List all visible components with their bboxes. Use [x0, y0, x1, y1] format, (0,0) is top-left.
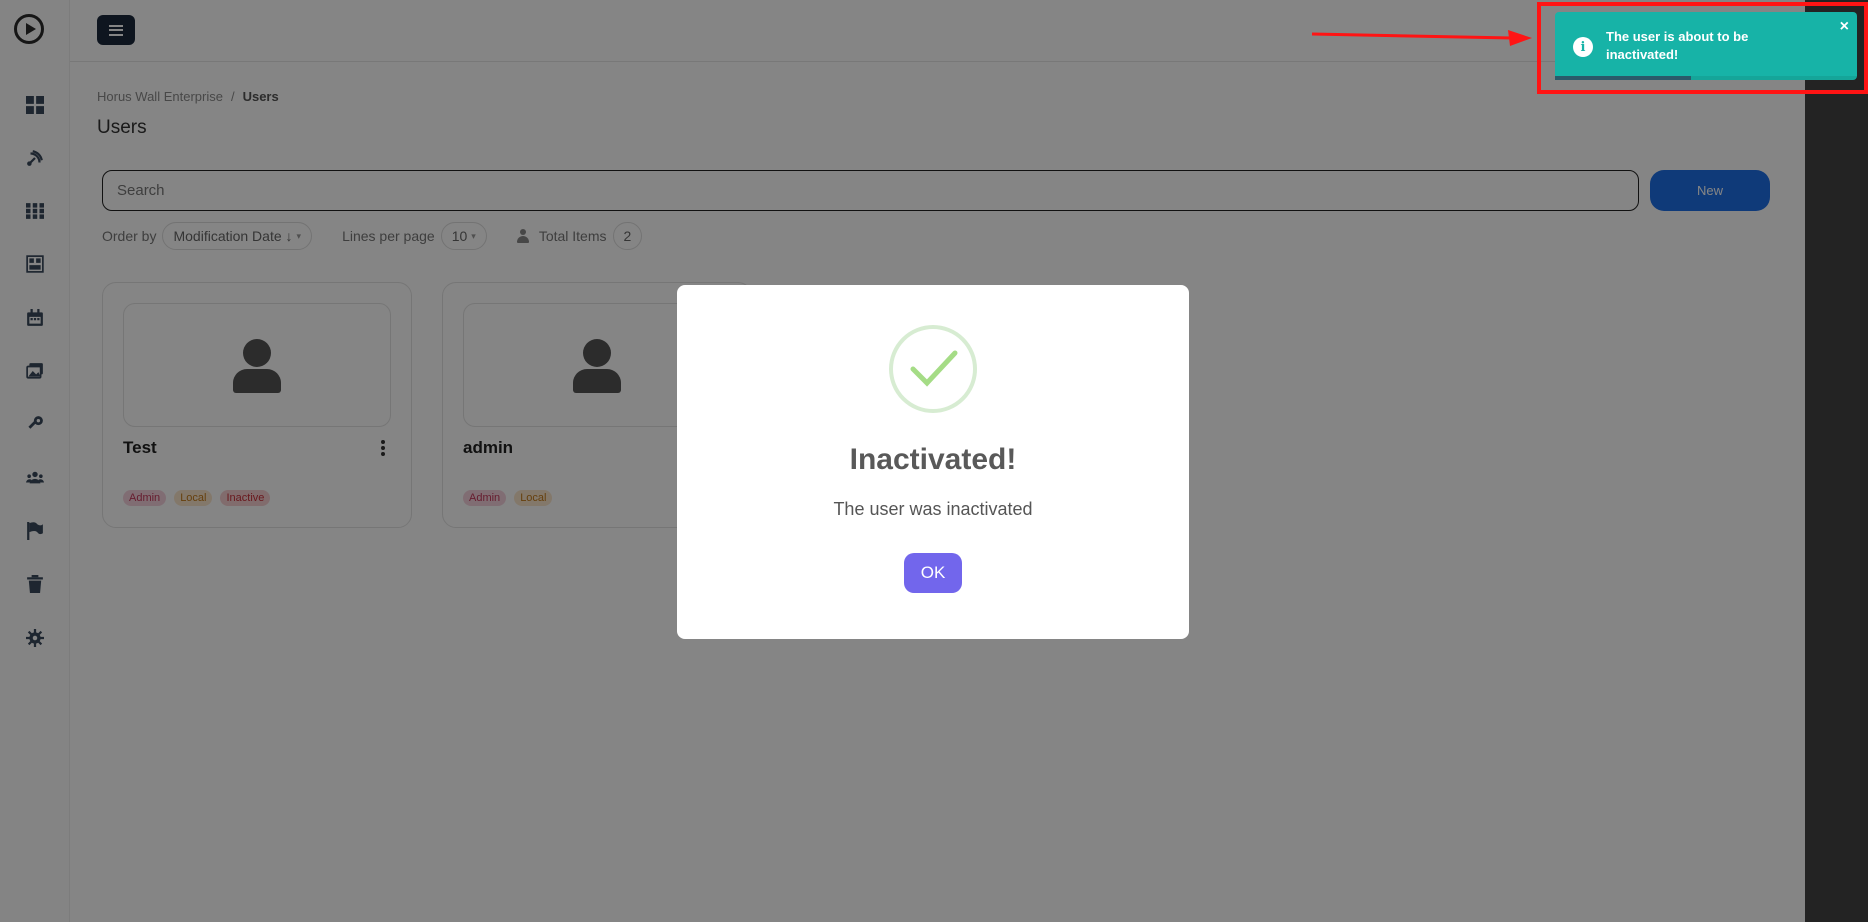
info-toast[interactable]: i The user is about to be inactivated! ×	[1555, 12, 1857, 80]
toast-message: The user is about to be inactivated!	[1606, 29, 1749, 62]
toast-progress-fill	[1555, 76, 1691, 80]
success-check-icon	[889, 325, 977, 413]
success-dialog: Inactivated! The user was inactivated OK	[677, 285, 1189, 639]
dialog-title: Inactivated!	[849, 443, 1017, 476]
toast-progress-bar	[1555, 76, 1857, 80]
info-icon: i	[1573, 37, 1593, 57]
annotation-arrow	[1312, 30, 1532, 46]
ok-button[interactable]: OK	[904, 553, 962, 593]
dialog-message: The user was inactivated	[833, 499, 1033, 519]
dark-side-panel	[1805, 0, 1868, 922]
close-icon[interactable]: ×	[1840, 18, 1849, 36]
